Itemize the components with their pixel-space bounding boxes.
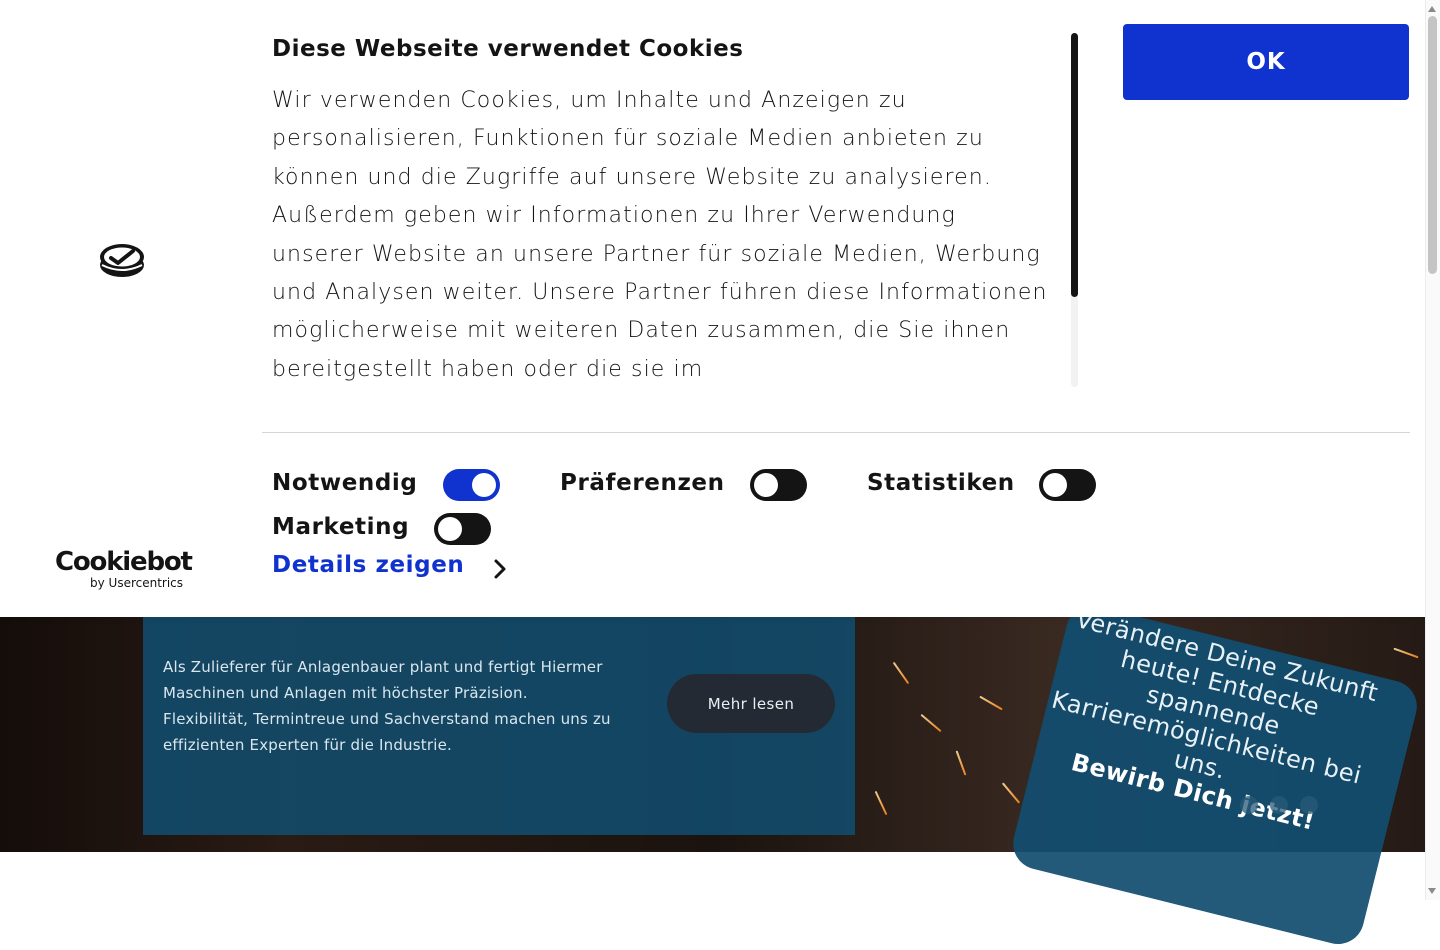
hero-paragraph: Flexibilität, Termintreue und Sachversta…: [163, 710, 611, 754]
ok-button[interactable]: OK: [1123, 24, 1409, 100]
cookie-body-text: Wir verwenden Cookies, um Inhalte und An…: [272, 88, 1048, 382]
chevron-right-icon[interactable]: [490, 556, 510, 582]
spark: [892, 661, 910, 685]
toggle-knob: [1043, 473, 1067, 497]
cookiebot-logo-icon: [100, 244, 144, 277]
toggle-preferences[interactable]: [750, 469, 807, 501]
brand-name: Cookiebot: [55, 547, 193, 577]
divider: [262, 432, 1410, 433]
slider-dot[interactable]: [1240, 796, 1258, 814]
toggle-knob: [438, 517, 462, 541]
spark: [920, 713, 942, 733]
spark: [1001, 782, 1021, 804]
window-scroll-thumb[interactable]: [1428, 16, 1437, 274]
toggle-marketing[interactable]: [434, 513, 491, 545]
cookiebot-brand: Cookiebot by Usercentrics: [55, 548, 195, 590]
details-link[interactable]: Details zeigen: [272, 552, 464, 578]
spark: [874, 790, 888, 816]
slider-dots: [1240, 796, 1318, 814]
toggle-necessary[interactable]: [443, 469, 500, 501]
toggle-label-necessary: Notwendig: [272, 470, 418, 496]
toggle-label-statistics: Statistiken: [867, 470, 1015, 496]
toggle-label-marketing: Marketing: [272, 514, 410, 540]
hero-paragraph: Als Zulieferer für Anlagenbauer plant un…: [163, 658, 603, 702]
toggle-knob: [754, 473, 778, 497]
spark: [979, 695, 1003, 711]
spark: [955, 750, 967, 776]
cookie-banner: Cookiebot by Usercentrics Diese Webseite…: [0, 0, 1425, 617]
slider-dot[interactable]: [1270, 796, 1288, 814]
cookie-title: Diese Webseite verwendet Cookies: [272, 36, 744, 62]
toggle-label-preferences: Präferenzen: [560, 470, 725, 496]
spark: [1393, 647, 1419, 659]
toggle-knob: [472, 473, 496, 497]
toggle-statistics[interactable]: [1039, 469, 1096, 501]
brand-subtitle: by Usercentrics: [90, 576, 184, 590]
cookie-body-scroll-thumb[interactable]: [1071, 33, 1078, 297]
cookie-body-scroll[interactable]: Wir verwenden Cookies, um Inhalte und An…: [272, 82, 1052, 388]
hero-info-text: Als Zulieferer für Anlagenbauer plant un…: [163, 654, 613, 758]
scroll-down-arrow-icon[interactable]: [1428, 888, 1436, 894]
scroll-up-arrow-icon[interactable]: [1428, 6, 1436, 12]
slider-dot[interactable]: [1300, 796, 1318, 814]
more-button[interactable]: Mehr lesen: [667, 674, 835, 733]
